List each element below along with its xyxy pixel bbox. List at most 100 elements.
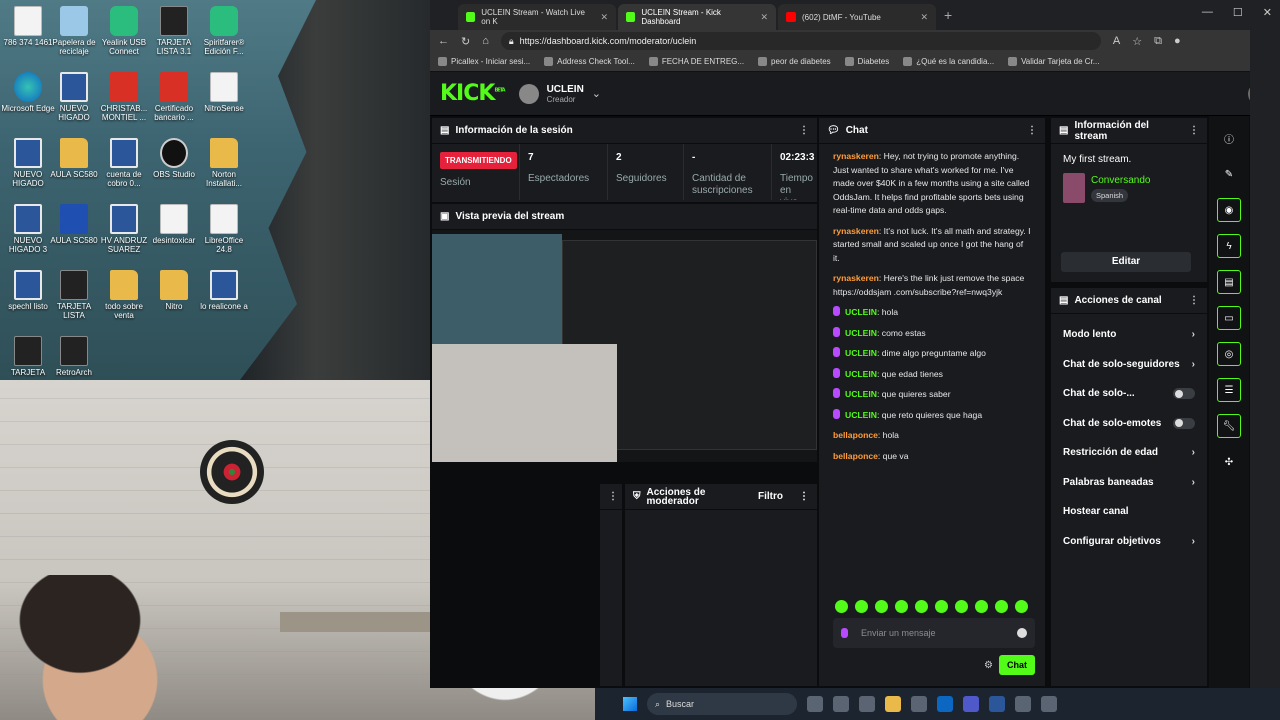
- toggle-switch[interactable]: [1173, 417, 1195, 429]
- bookmark-item[interactable]: Validar Tarjeta de Cr...: [1008, 57, 1099, 66]
- toggle-switch[interactable]: [1173, 388, 1195, 400]
- chat-username[interactable]: rynaskeren: [833, 273, 879, 283]
- more-icon[interactable]: ⋮: [1189, 295, 1199, 306]
- desktop-icon[interactable]: OBS Studio: [146, 138, 202, 179]
- settings-icon[interactable]: [1041, 696, 1057, 712]
- extensions-icon[interactable]: ⧉: [1154, 35, 1162, 48]
- folder-icon[interactable]: [885, 696, 901, 712]
- task-view-icon[interactable]: [807, 696, 823, 712]
- bookmark-item[interactable]: Address Check Tool...: [544, 57, 635, 66]
- bookmark-item[interactable]: peor de diabetes: [758, 57, 831, 66]
- emote-icon[interactable]: [955, 600, 968, 613]
- wrench-icon[interactable]: 🔧︎: [1217, 414, 1241, 438]
- channel-action-item[interactable]: Configurar objetivos ›: [1051, 527, 1207, 557]
- chat-input[interactable]: Enviar un mensaje: [833, 618, 1035, 648]
- clip-icon[interactable]: ◉: [1217, 198, 1241, 222]
- category-name[interactable]: Conversando: [1091, 175, 1150, 186]
- tab-dashboard[interactable]: UCLEIN Stream - Kick Dashboard ✕: [618, 4, 776, 30]
- chat-username[interactable]: bellaponce: [833, 430, 878, 440]
- gear-icon[interactable]: ⚙: [984, 660, 993, 671]
- tab-watch-live[interactable]: UCLEIN Stream - Watch Live on K ✕: [458, 4, 616, 30]
- emote-icon[interactable]: [975, 600, 988, 613]
- back-icon[interactable]: ←: [438, 35, 449, 47]
- emote-icon[interactable]: [875, 600, 888, 613]
- home-icon[interactable]: ⌂: [482, 35, 489, 47]
- copilot-icon[interactable]: [911, 696, 927, 712]
- channel-action-item[interactable]: Chat de solo-emotes: [1051, 409, 1207, 439]
- edge-icon[interactable]: [937, 696, 953, 712]
- chat-rail-icon[interactable]: ▭: [1217, 306, 1241, 330]
- desktop-icon[interactable]: AULA SC580: [46, 138, 102, 179]
- chat-username[interactable]: rynaskeren: [833, 226, 879, 236]
- filter-button[interactable]: Filtro: [758, 491, 783, 502]
- desktop-icon[interactable]: lo realicone a: [196, 270, 252, 311]
- store-icon[interactable]: [859, 696, 875, 712]
- kick-logo[interactable]: KICKBETA: [440, 81, 506, 106]
- close-icon[interactable]: ✕: [600, 12, 608, 23]
- emote-icon[interactable]: [855, 600, 868, 613]
- desktop-icon[interactable]: Certificado bancario ...: [146, 72, 202, 122]
- desktop-icon[interactable]: HV ANDRUZ SUAREZ: [96, 204, 152, 254]
- desktop-icon[interactable]: todo sobre venta: [96, 270, 152, 320]
- channel-action-item[interactable]: Restricción de edad ›: [1051, 438, 1207, 468]
- desktop-icon[interactable]: Yealink USB Connect: [96, 6, 152, 56]
- emote-icon[interactable]: [835, 600, 848, 613]
- close-icon[interactable]: ✕: [760, 12, 768, 23]
- emote-icon[interactable]: [915, 600, 928, 613]
- more-icon[interactable]: ⋮: [608, 491, 618, 502]
- bookmark-item[interactable]: ¿Qué es la candidia...: [903, 57, 994, 66]
- desktop-icon[interactable]: AULA SC580: [46, 204, 102, 245]
- pencil-icon[interactable]: ✎: [1217, 162, 1241, 186]
- emoji-icon[interactable]: [1017, 628, 1027, 638]
- notion-icon[interactable]: [833, 696, 849, 712]
- info-icon[interactable]: ⓘ: [1217, 126, 1241, 150]
- chat-username[interactable]: UCLEIN: [845, 369, 877, 379]
- chat-username[interactable]: UCLEIN: [845, 389, 877, 399]
- channel-switcher[interactable]: UCLEIN Creador ⌄: [518, 83, 601, 104]
- new-tab-icon[interactable]: +: [944, 7, 952, 23]
- chat-username[interactable]: bellaponce: [833, 451, 878, 461]
- desktop-icon[interactable]: TARJETA LISTA 3.1: [146, 6, 202, 56]
- chat-username[interactable]: UCLEIN: [845, 307, 877, 317]
- desktop-icon[interactable]: RetroArch: [46, 336, 102, 377]
- channel-action-item[interactable]: Hostear canal: [1051, 497, 1207, 527]
- desktop-icon[interactable]: Spiritfarer® Edición F...: [196, 6, 252, 56]
- more-icon[interactable]: ⋮: [799, 125, 809, 136]
- desktop-icon[interactable]: NUEVO HIGADO: [46, 72, 102, 122]
- obs-icon[interactable]: [1015, 696, 1031, 712]
- bookmark-item[interactable]: Picallex - Iniciar sesi...: [438, 57, 530, 66]
- desktop-icon[interactable]: NitroSense: [196, 72, 252, 113]
- channel-action-item[interactable]: Chat de solo-seguidores ›: [1051, 350, 1207, 380]
- tab-youtube[interactable]: (602) DtMF - YouTube ✕: [778, 4, 936, 30]
- chat-username[interactable]: UCLEIN: [845, 410, 877, 420]
- close-window-icon[interactable]: ✕: [1263, 6, 1272, 19]
- chat-username[interactable]: rynaskeren: [833, 151, 879, 161]
- address-bar[interactable]: 🔒︎ https://dashboard.kick.com/moderator/u…: [500, 32, 1101, 50]
- emote-icon[interactable]: [1015, 600, 1028, 613]
- desktop-icon[interactable]: CHRISTAB... MONTIEL ...: [96, 72, 152, 122]
- more-icon[interactable]: ⋮: [799, 491, 809, 502]
- reload-icon[interactable]: ↻: [461, 35, 470, 48]
- bookmark-item[interactable]: Diabetes: [844, 57, 889, 66]
- stream-preview[interactable]: [432, 230, 817, 462]
- channel-action-item[interactable]: Modo lento ›: [1051, 320, 1207, 350]
- edit-button[interactable]: Editar: [1061, 252, 1191, 272]
- lightning-icon[interactable]: ϟ: [1217, 234, 1241, 258]
- more-icon[interactable]: ⋮: [1027, 125, 1037, 136]
- teams-icon[interactable]: [963, 696, 979, 712]
- puzzle-icon[interactable]: ✣: [1217, 450, 1241, 474]
- notes-icon[interactable]: ▤: [1217, 270, 1241, 294]
- broadcast-icon[interactable]: ◎: [1217, 342, 1241, 366]
- emote-icon[interactable]: [995, 600, 1008, 613]
- windows-start-icon[interactable]: [623, 697, 637, 711]
- desktop-icon[interactable]: Norton Installati...: [196, 138, 252, 188]
- word-icon[interactable]: [989, 696, 1005, 712]
- emote-icon[interactable]: [935, 600, 948, 613]
- minimize-icon[interactable]: —: [1202, 6, 1213, 19]
- maximize-icon[interactable]: ☐: [1233, 6, 1243, 19]
- chat-username[interactable]: UCLEIN: [845, 348, 877, 358]
- layout-icon[interactable]: ☰: [1217, 378, 1241, 402]
- chat-username[interactable]: UCLEIN: [845, 328, 877, 338]
- send-chat-button[interactable]: Chat: [999, 655, 1035, 675]
- taskbar-search[interactable]: ⌕ Buscar: [647, 693, 797, 715]
